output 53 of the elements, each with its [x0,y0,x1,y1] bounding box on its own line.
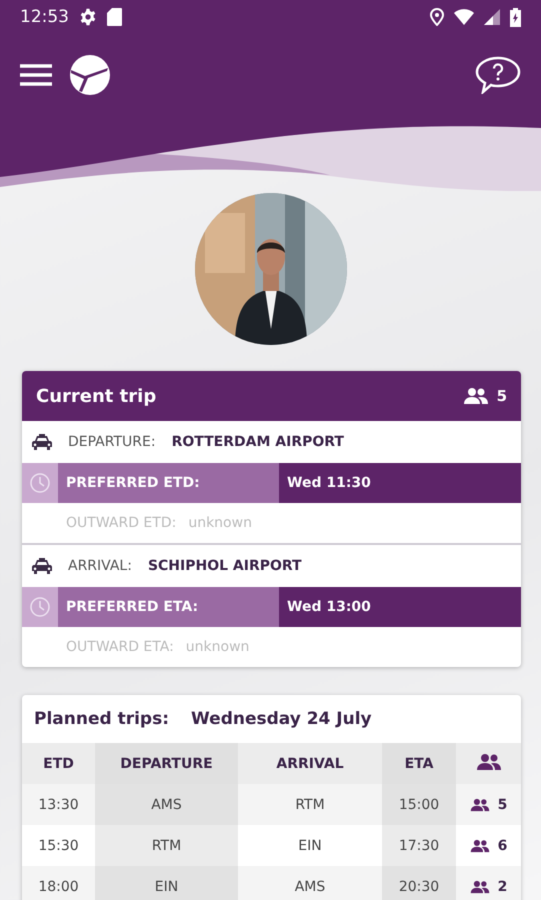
outward-label: OUTWARD ETD: [66,515,176,531]
preferred-value: Wed 11:30 [279,463,521,503]
column-header: ARRIVAL [238,743,382,784]
table-cell: 15:00 [382,784,456,825]
clock-icon [29,472,51,494]
preferred-value: Wed 13:00 [279,587,521,627]
table-cell: 15:30 [22,825,95,866]
preferred-label: PREFERRED ETA: [58,587,279,627]
people-icon [470,838,490,852]
outward-label: OUTWARD ETA: [66,639,174,655]
passenger-count: 2 [498,878,508,894]
table-cell: AMS [95,784,238,825]
table-cell: RTM [238,784,382,825]
preferred-label: PREFERRED ETD: [58,463,279,503]
table-cell: AMS [238,866,382,900]
table-cell: EIN [95,866,238,900]
people-icon [470,798,490,812]
table-cell: EIN [238,825,382,866]
sd-card-icon [107,8,122,26]
leg-label: ARRIVAL: [68,558,132,574]
leg-place: ROTTERDAM AIRPORT [172,434,344,450]
table-cell: 18:00 [22,866,95,900]
trip-date: Wednesday 24 July [191,709,372,729]
clock-time: 12:53 [20,7,69,27]
leg-label: DEPARTURE: [68,434,156,450]
wifi-icon [454,9,474,25]
card-title: Planned trips: [34,709,170,729]
menu-icon[interactable] [20,63,52,87]
car-icon [32,433,52,451]
battery-icon [510,8,521,26]
signal-icon [484,9,500,25]
leg-place: SCHIPHOL AIRPORT [148,558,302,574]
gear-icon [79,8,97,26]
column-header: ETA [382,743,456,784]
passenger-count: 6 [498,838,508,854]
table-cell: 13:30 [22,784,95,825]
help-chat-icon[interactable] [475,56,521,94]
clock-icon [29,596,51,618]
outward-value: unknown [188,515,252,531]
table-cell: 20:30 [382,866,456,900]
car-icon [32,557,52,575]
card-title: Current trip [36,386,158,406]
table-cell: 17:30 [382,825,456,866]
outward-value: unknown [186,639,250,655]
people-icon [476,752,502,770]
column-header: DEPARTURE [95,743,238,784]
passenger-count: 5 [496,387,507,405]
people-icon [462,387,489,405]
table-cell: RTM [95,825,238,866]
people-icon [470,880,490,894]
passenger-count: 5 [498,796,508,812]
column-header: ETD [22,743,95,784]
location-icon [430,8,444,26]
